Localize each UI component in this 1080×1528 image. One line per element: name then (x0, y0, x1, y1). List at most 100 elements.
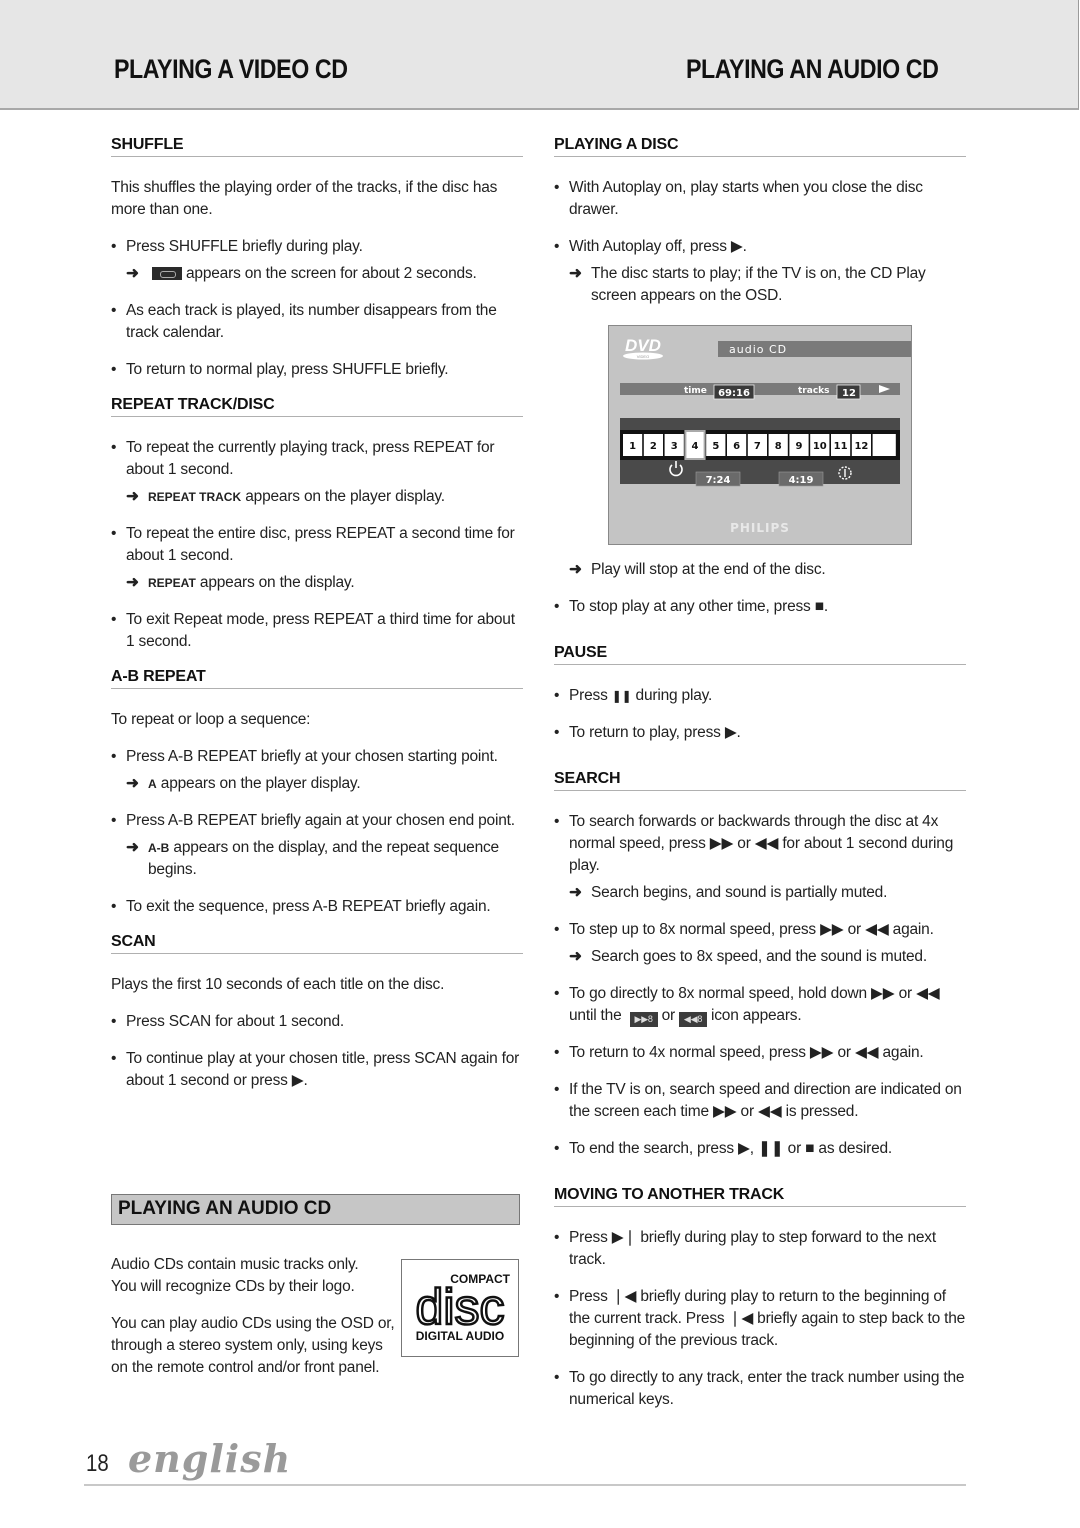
bullet: As each track is played, its number disa… (111, 300, 523, 344)
osd-remaining-value: 4:19 (789, 475, 814, 486)
left-column: SHUFFLE This shuffles the playing order … (111, 136, 523, 1092)
osd-track-number: 4 (692, 441, 699, 452)
osd-track-number: 6 (733, 441, 740, 452)
text: Press (569, 687, 612, 704)
result-text: Search begins, and sound is partially mu… (591, 884, 888, 901)
logo-disc-text: disc (416, 1279, 505, 1335)
text: or (661, 1007, 676, 1024)
fast-forward-8x-icon: ▶▶8 (629, 1012, 658, 1027)
bullet: To search forwards or backwards through … (554, 811, 966, 877)
bullet: Press ▶❘ briefly during play to step for… (554, 1227, 966, 1271)
arrow-icon: ➜ (126, 839, 139, 856)
osd-mode-label: audio CD (729, 343, 787, 356)
osd-track-number: 10 (813, 441, 827, 452)
bullet: To repeat the currently playing track, p… (111, 437, 523, 481)
osd-time-label: time (684, 386, 707, 396)
arrow-icon: ➜ (126, 265, 139, 282)
scan-intro: Plays the first 10 seconds of each title… (111, 976, 445, 993)
bullet: With Autoplay on, play starts when you c… (554, 177, 966, 221)
language-label: english (128, 1436, 292, 1481)
osd-brand: PHILIPS (730, 521, 790, 535)
arrow-icon: ➜ (126, 574, 139, 591)
bullet: To exit Repeat mode, press REPEAT a thir… (111, 609, 523, 653)
osd-elapsed-value: 7:24 (706, 475, 731, 486)
osd-time-value: 69:16 (718, 388, 750, 399)
arrow-icon: ➜ (569, 948, 582, 965)
shuffle-icon (152, 267, 182, 280)
bullet: To return to 4x normal speed, press ▶▶ o… (554, 1042, 966, 1064)
result-text: appears on the screen for about 2 second… (186, 265, 477, 282)
bullet: To repeat the entire disc, press REPEAT … (111, 523, 523, 567)
band-title: PLAYING AN AUDIO CD (118, 1198, 332, 1219)
bullet: Press ❚❚ during play. (554, 685, 966, 707)
osd-track-number: 12 (854, 441, 868, 452)
bullet: Press A-B REPEAT briefly at your chosen … (111, 746, 523, 768)
osd-track-number: 5 (712, 441, 719, 452)
bullet: Press SHUFFLE briefly during play. (111, 236, 523, 258)
audio-intro: Audio CDs contain music tracks only. You… (111, 1254, 411, 1379)
svg-text:DVD: DVD (625, 336, 661, 355)
result-line: ➜ Play will stop at the end of the disc. (554, 559, 966, 581)
result-text: Search goes to 8x speed, and the sound i… (591, 948, 927, 965)
section-heading-scan: SCAN (111, 933, 523, 954)
result-text: Play will stop at the end of the disc. (591, 561, 826, 578)
compact-disc-logo: COMPACT disc DIGITAL AUDIO (401, 1259, 519, 1357)
arrow-icon: ➜ (569, 561, 582, 578)
osd-tracks-label: tracks (798, 386, 830, 396)
section-heading-shuffle: SHUFFLE (111, 136, 523, 157)
osd-track-number: 3 (671, 441, 678, 452)
result-line: ➜ A-B appears on the display, and the rep… (111, 837, 523, 881)
osd-track-number: 7 (754, 441, 761, 452)
bullet: To go directly to 8x normal speed, hold … (554, 983, 966, 1027)
arrow-icon: ➜ (569, 884, 582, 901)
section-heading-ab-repeat: A-B REPEAT (111, 668, 523, 689)
section-band-audio-cd: PLAYING AN AUDIO CD (111, 1194, 520, 1225)
bullet: To go directly to any track, enter the t… (554, 1367, 966, 1411)
result-line: ➜ A appears on the player display. (111, 773, 523, 795)
result-text: The disc starts to play; if the TV is on… (591, 265, 926, 304)
osd-track-number: 9 (796, 441, 803, 452)
dvd-video-logo-icon: DVD VIDEO (623, 336, 663, 360)
bullet: If the TV is on, search speed and direct… (554, 1079, 966, 1123)
page-title-right: PLAYING AN AUDIO CD (686, 54, 939, 84)
pause-icon: ❚❚ (611, 689, 632, 703)
bullet: Press A-B REPEAT briefly again at your c… (111, 810, 523, 832)
page-title-left: PLAYING A VIDEO CD (114, 54, 348, 84)
result-line: ➜ The disc starts to play; if the TV is o… (554, 263, 966, 307)
result-text: appears on the display. (195, 574, 355, 591)
result-line: ➜ appears on the screen for about 2 secon… (111, 263, 523, 285)
result-line: ➜ REPEAT appears on the display. (111, 572, 523, 594)
result-text: appears on the player display. (156, 775, 361, 792)
bullet: Press ❘◀ briefly during play to return t… (554, 1286, 966, 1352)
audio-intro-1: Audio CDs contain music tracks only. You… (111, 1256, 359, 1295)
display-code: REPEAT (148, 576, 196, 590)
result-line: ➜ Search begins, and sound is partially m… (554, 882, 966, 904)
text: icon appears. (711, 1007, 802, 1024)
arrow-icon: ➜ (126, 775, 139, 792)
bullet: To return to normal play, press SHUFFLE … (111, 359, 523, 381)
compact-disc-logo-icon: COMPACT disc DIGITAL AUDIO (414, 1272, 510, 1343)
bullet: To step up to 8x normal speed, press ▶▶ … (554, 919, 966, 941)
text: during play. (631, 687, 713, 704)
osd-screen-graphic: DVD VIDEO audio CD time 69:16 tracks 12 … (620, 336, 911, 535)
bullet: To stop play at any other time, press ■. (554, 596, 966, 618)
osd-track-cell-empty (872, 434, 896, 456)
audio-intro-2: You can play audio CDs using the OSD or,… (111, 1315, 395, 1376)
osd-track-number: 2 (650, 441, 657, 452)
fast-reverse-8x-icon: ◀◀8 (679, 1012, 707, 1027)
bullet: To exit the sequence, press A-B REPEAT b… (111, 896, 523, 918)
page-number: 18 (86, 1450, 109, 1477)
shuffle-intro: This shuffles the playing order of the t… (111, 179, 498, 218)
logo-digital-audio-text: DIGITAL AUDIO (416, 1329, 504, 1343)
section-heading-repeat: REPEAT TRACK/DISC (111, 396, 523, 417)
bullet: To end the search, press ▶, ❚❚ or ■ as d… (554, 1138, 966, 1160)
arrow-icon: ➜ (126, 488, 139, 505)
osd-track-number: 8 (775, 441, 782, 452)
osd-tracks-value: 12 (842, 388, 856, 399)
display-code: REPEAT TRACK (148, 490, 242, 504)
osd-track-number: 11 (834, 441, 848, 452)
section-heading-moving-track: MOVING TO ANOTHER TRACK (554, 1186, 966, 1207)
section-heading-playing-disc: PLAYING A DISC (554, 136, 966, 157)
bullet: Press SCAN for about 1 second. (111, 1011, 523, 1033)
bullet: To return to play, press ▶. (554, 722, 966, 744)
